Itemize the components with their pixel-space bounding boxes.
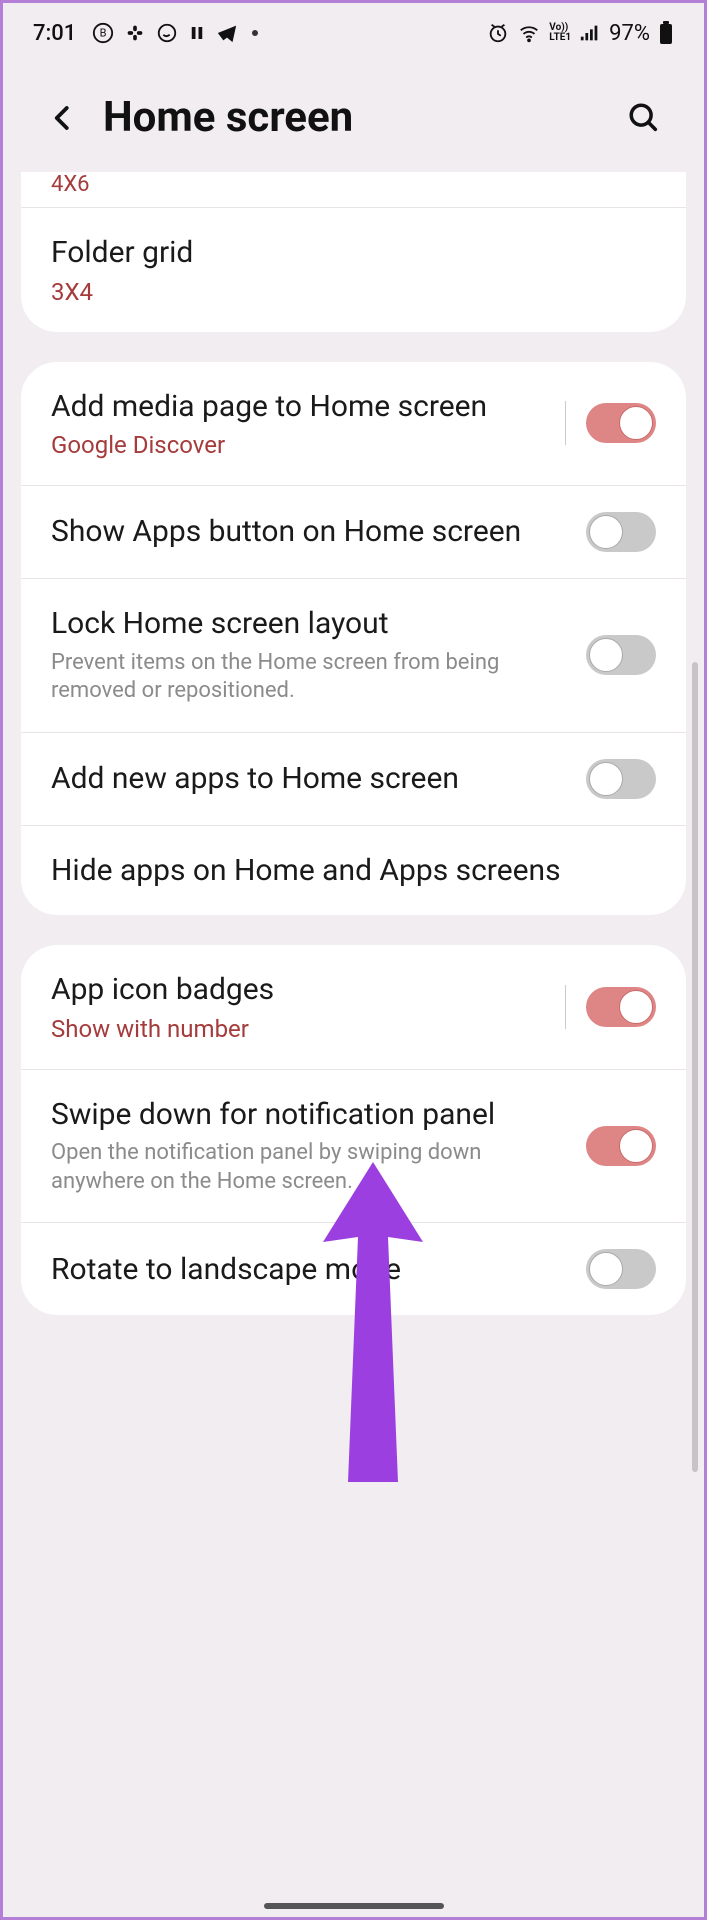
notification-b-icon: B <box>92 22 114 44</box>
hide-apps-title: Hide apps on Home and Apps screens <box>51 852 656 890</box>
home-options-card: Add media page to Home screen Google Dis… <box>21 362 686 916</box>
rotate-landscape-title: Rotate to landscape mode <box>51 1251 566 1289</box>
swipe-down-title: Swipe down for notification panel <box>51 1096 566 1134</box>
wifi-icon <box>517 22 541 44</box>
telegram-icon <box>216 22 238 44</box>
slack-icon <box>124 22 146 44</box>
app-icon-badges-toggle[interactable] <box>586 987 656 1027</box>
add-media-page-row[interactable]: Add media page to Home screen Google Dis… <box>21 362 686 486</box>
back-button[interactable] <box>43 98 83 138</box>
status-right: Vo))LTE1 97% <box>487 21 674 46</box>
status-time: 7:01 <box>33 21 76 46</box>
add-new-apps-row[interactable]: Add new apps to Home screen <box>21 732 686 825</box>
battery-percent: 97% <box>609 21 650 46</box>
svg-text:B: B <box>100 27 107 40</box>
rotate-landscape-toggle[interactable] <box>586 1249 656 1289</box>
swipe-down-toggle[interactable] <box>586 1126 656 1166</box>
show-apps-button-row[interactable]: Show Apps button on Home screen <box>21 485 686 578</box>
signal-icon <box>579 22 601 44</box>
add-media-page-toggle[interactable] <box>586 403 656 443</box>
page-header: Home screen <box>3 63 704 172</box>
more-notifications-dot <box>252 30 258 36</box>
divider <box>565 985 566 1029</box>
swipe-down-row[interactable]: Swipe down for notification panel Open t… <box>21 1069 686 1223</box>
pause-icon <box>188 24 206 42</box>
add-new-apps-title: Add new apps to Home screen <box>51 760 566 798</box>
battery-icon <box>658 21 674 45</box>
page-title: Home screen <box>103 93 604 142</box>
folder-grid-value: 3X4 <box>51 278 656 306</box>
divider <box>565 401 566 445</box>
swipe-down-desc: Open the notification panel by swiping d… <box>51 1139 566 1196</box>
status-bar: 7:01 B Vo))LTE1 97% <box>3 3 704 63</box>
add-media-page-sub: Google Discover <box>51 431 545 459</box>
show-apps-button-title: Show Apps button on Home screen <box>51 513 566 551</box>
hide-apps-row[interactable]: Hide apps on Home and Apps screens <box>21 825 686 916</box>
lock-layout-title: Lock Home screen layout <box>51 605 566 643</box>
lock-layout-row[interactable]: Lock Home screen layout Prevent items on… <box>21 578 686 732</box>
whatsapp-icon <box>156 22 178 44</box>
navigation-handle[interactable] <box>264 1903 444 1909</box>
lock-layout-desc: Prevent items on the Home screen from be… <box>51 649 566 706</box>
folder-grid-row[interactable]: Folder grid 3X4 <box>21 207 686 332</box>
rotate-landscape-row[interactable]: Rotate to landscape mode <box>21 1222 686 1315</box>
alarm-icon <box>487 22 509 44</box>
settings-content: 4X6 Folder grid 3X4 Add media page to Ho… <box>3 172 704 1355</box>
app-icon-badges-title: App icon badges <box>51 971 545 1009</box>
status-left: 7:01 B <box>33 21 258 46</box>
misc-options-card: App icon badges Show with number Swipe d… <box>21 945 686 1315</box>
folder-grid-title: Folder grid <box>51 234 656 272</box>
volte-icon: Vo))LTE1 <box>549 23 571 43</box>
scroll-indicator[interactable] <box>692 662 698 1472</box>
grid-settings-card: 4X6 Folder grid 3X4 <box>21 172 686 332</box>
home-grid-value: 4X6 <box>51 172 656 197</box>
lock-layout-toggle[interactable] <box>586 635 656 675</box>
add-new-apps-toggle[interactable] <box>586 759 656 799</box>
app-icon-badges-row[interactable]: App icon badges Show with number <box>21 945 686 1069</box>
add-media-page-title: Add media page to Home screen <box>51 388 545 426</box>
app-icon-badges-sub: Show with number <box>51 1015 545 1043</box>
search-button[interactable] <box>624 98 664 138</box>
show-apps-button-toggle[interactable] <box>586 512 656 552</box>
home-grid-row-partial[interactable]: 4X6 <box>21 172 686 207</box>
